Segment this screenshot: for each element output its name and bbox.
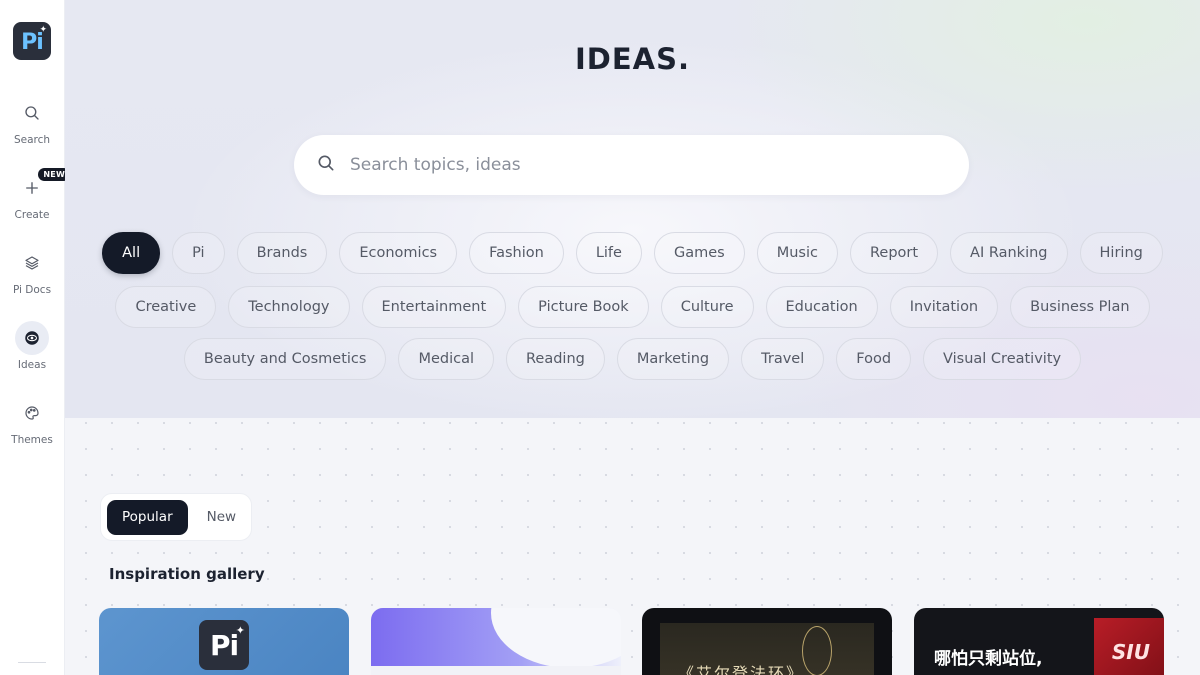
category-chip-picture-book[interactable]: Picture Book — [518, 286, 649, 328]
search-bar[interactable] — [294, 135, 969, 195]
gallery-title: Inspiration gallery — [109, 565, 265, 583]
category-chip-beauty[interactable]: Beauty and Cosmetics — [183, 338, 387, 380]
category-row-3: Beauty and Cosmetics Medical Reading Mar… — [65, 338, 1200, 380]
category-chip-food[interactable]: Food — [836, 338, 912, 380]
category-row-2: Creative Technology Entertainment Pictur… — [65, 286, 1200, 328]
category-chip-reading[interactable]: Reading — [506, 338, 605, 380]
sparkle-icon: ✦ — [39, 25, 47, 35]
gallery-card[interactable]: SIU 哪怕只剩站位, — [914, 608, 1164, 675]
category-row-1: All Pi Brands Economics Fashion Life Gam… — [65, 232, 1200, 274]
palette-icon — [15, 396, 49, 430]
category-chip-creative[interactable]: Creative — [115, 286, 217, 328]
gallery-card[interactable]: 《艾尔登法环》 — [642, 608, 892, 675]
app-root: Pi ✦ Search NEW Create Pi Docs Ideas The… — [0, 0, 1200, 675]
search-input[interactable] — [350, 155, 910, 175]
card-decoration — [371, 666, 621, 675]
category-chip-hiring[interactable]: Hiring — [1079, 232, 1163, 274]
rune-decoration — [802, 626, 832, 675]
search-icon — [15, 96, 49, 130]
gallery-card[interactable]: Pi ✦ — [99, 608, 349, 675]
category-chip-invitation[interactable]: Invitation — [889, 286, 999, 328]
sidebar-item-label: Create — [14, 209, 50, 221]
category-chip-report[interactable]: Report — [849, 232, 939, 274]
ideas-icon — [15, 321, 49, 355]
category-chip-technology[interactable]: Technology — [228, 286, 350, 328]
sidebar-item-label: Themes — [11, 434, 53, 446]
category-chip-music[interactable]: Music — [756, 232, 838, 274]
category-chip-ai-ranking[interactable]: AI Ranking — [950, 232, 1068, 274]
sidebar-item-ideas[interactable]: Ideas — [2, 321, 62, 396]
sidebar-item-label: Ideas — [17, 359, 47, 371]
tab-new[interactable]: New — [192, 500, 251, 535]
pi-logo-image: Pi ✦ — [199, 620, 249, 670]
sidebar-item-themes[interactable]: Themes — [2, 396, 62, 471]
category-chip-life[interactable]: Life — [575, 232, 642, 274]
category-chip-pi[interactable]: Pi — [172, 232, 225, 274]
card-logo-text: Pi — [209, 628, 239, 662]
sidebar-item-label: Pi Docs — [12, 284, 52, 296]
category-chip-entertainment[interactable]: Entertainment — [361, 286, 507, 328]
page-title: IDEAS. — [574, 42, 691, 76]
card-overlay-text: SIU — [1111, 640, 1150, 664]
category-chip-marketing[interactable]: Marketing — [616, 338, 730, 380]
category-chip-economics[interactable]: Economics — [339, 232, 458, 274]
category-chip-all[interactable]: All — [102, 232, 161, 274]
search-icon — [316, 153, 336, 177]
sidebar-item-search[interactable]: Search — [2, 96, 62, 171]
category-chip-business-plan[interactable]: Business Plan — [1010, 286, 1150, 328]
sort-toggle: Popular New — [100, 493, 252, 541]
category-chip-culture[interactable]: Culture — [660, 286, 754, 328]
card-decoration — [491, 608, 621, 668]
category-chip-visual-creativity[interactable]: Visual Creativity — [923, 338, 1082, 380]
category-chip-brands[interactable]: Brands — [236, 232, 328, 274]
layers-icon — [15, 246, 49, 280]
gallery-section: Popular New Inspiration gallery Pi ✦ 《艾尔… — [65, 418, 1200, 675]
tab-popular[interactable]: Popular — [107, 499, 188, 535]
category-chip-games[interactable]: Games — [653, 232, 745, 274]
category-chip-education[interactable]: Education — [765, 286, 878, 328]
category-chip-travel[interactable]: Travel — [741, 338, 825, 380]
hero-section: IDEAS. All Pi Brands Economics Fashion L… — [65, 0, 1200, 418]
sidebar-item-pi-docs[interactable]: Pi Docs — [2, 246, 62, 321]
sidebar-nav: Search NEW Create Pi Docs Ideas Themes — [2, 96, 70, 471]
category-chip-medical[interactable]: Medical — [398, 338, 494, 380]
gallery-card[interactable] — [371, 608, 621, 675]
sidebar-item-create[interactable]: NEW Create — [2, 168, 70, 246]
sidebar-item-label: Search — [13, 134, 51, 146]
app-logo[interactable]: Pi ✦ — [13, 22, 51, 60]
sidebar: Pi ✦ Search NEW Create Pi Docs Ideas The… — [0, 0, 70, 675]
divider — [18, 662, 46, 663]
card-title: 《艾尔登法环》 — [678, 664, 805, 675]
card-title: 哪怕只剩站位, — [934, 649, 1043, 669]
category-chip-fashion[interactable]: Fashion — [469, 232, 564, 274]
sparkle-icon: ✦ — [235, 624, 245, 637]
